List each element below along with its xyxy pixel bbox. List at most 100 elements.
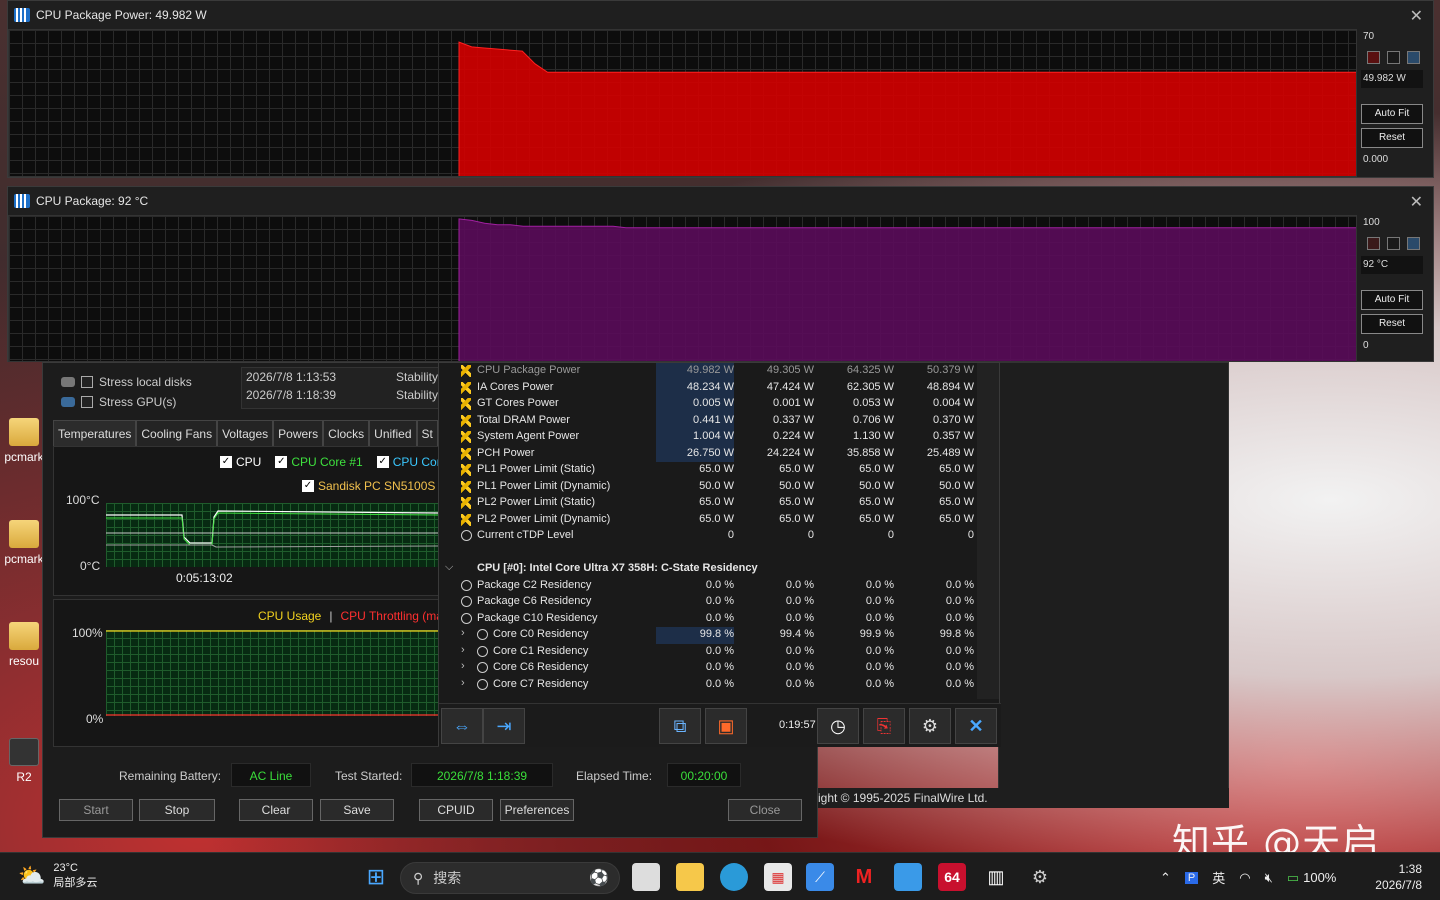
- sensor-row[interactable]: PL1 Power Limit (Dynamic) 50.0 W 50.0 W 50.…: [439, 479, 979, 496]
- battery-status[interactable]: ▭ 100%: [1287, 870, 1337, 886]
- preferences-button[interactable]: Preferences: [500, 799, 574, 821]
- windows-start-icon[interactable]: ⊞: [362, 863, 390, 891]
- tab-temperatures[interactable]: Temperatures: [53, 420, 137, 446]
- desktop-icon-r2[interactable]: R2: [0, 738, 48, 784]
- weather-widget[interactable]: ⛅ 23°C 局部多云: [18, 861, 97, 891]
- usage-axis-top: 100%: [72, 626, 103, 640]
- sensor-row[interactable]: PL2 Power Limit (Static) 65.0 W 65.0 W 65.0…: [439, 495, 979, 512]
- temp-graph-titlebar[interactable]: CPU Package: 92 °C ✕: [8, 187, 1433, 215]
- desktop-icon-pcmark-2[interactable]: pcmark: [0, 520, 48, 566]
- color-swatch-black[interactable]: [1387, 51, 1400, 64]
- clock[interactable]: 1:38 2026/7/8: [1370, 861, 1422, 893]
- chevron-right-icon[interactable]: ›: [461, 627, 465, 639]
- reset-button[interactable]: Reset: [1361, 128, 1423, 148]
- expand-arrows-icon[interactable]: ⇔: [441, 708, 483, 744]
- collapse-arrows-icon[interactable]: ⇥: [483, 708, 525, 744]
- sensor-scrollbar[interactable]: [977, 363, 999, 699]
- chevron-right-icon[interactable]: ›: [461, 644, 465, 656]
- close-icon[interactable]: ✕: [1410, 6, 1423, 26]
- sensor-group-header[interactable]: ⌵ CPU [#0]: Intel Core Ultra X7 358H: C-…: [439, 561, 979, 578]
- sensor-row[interactable]: CPU Package Power 49.982 W 49.305 W 64.325 …: [439, 363, 979, 380]
- tab-voltages[interactable]: Voltages: [217, 420, 274, 446]
- photos-app-icon[interactable]: [894, 863, 922, 891]
- chevron-down-icon[interactable]: ⌵: [445, 561, 453, 574]
- sensor-row[interactable]: Current cTDP Level 0 0 0 0: [439, 528, 979, 545]
- ssd-legend-checkbox[interactable]: ✓: [302, 480, 314, 492]
- save-button[interactable]: Save: [320, 799, 394, 821]
- stress-gpu-checkbox[interactable]: [81, 396, 93, 408]
- reset-log-icon[interactable]: ⎘: [863, 708, 905, 744]
- sensor-row[interactable]: PL1 Power Limit (Static) 65.0 W 65.0 W 65.0…: [439, 462, 979, 479]
- network-sensors-icon[interactable]: ⧉: [659, 708, 701, 744]
- ime-indicator[interactable]: 英: [1212, 868, 1225, 887]
- close-icon[interactable]: ✕: [1410, 192, 1423, 212]
- sensor-row[interactable]: GT Cores Power 0.005 W 0.001 W 0.053 W 0.004…: [439, 396, 979, 413]
- settings-icon[interactable]: ⚙: [1026, 863, 1054, 891]
- color-swatch-black[interactable]: [1387, 237, 1400, 250]
- color-swatch-red[interactable]: [1367, 237, 1380, 250]
- volume-muted-icon[interactable]: 🔇︎: [1265, 870, 1273, 886]
- settings-gear-icon[interactable]: ⚙: [909, 708, 951, 744]
- chevron-right-icon[interactable]: ›: [461, 677, 465, 689]
- temp-graph-min: 0: [1363, 340, 1369, 351]
- stop-button[interactable]: Stop: [139, 799, 215, 821]
- sensor-row[interactable]: System Agent Power 1.004 W 0.224 W 1.130 W 0…: [439, 429, 979, 446]
- chevron-right-icon[interactable]: ›: [461, 660, 465, 672]
- power-graph-titlebar[interactable]: CPU Package Power: 49.982 W ✕: [8, 1, 1433, 29]
- tab-cooling-fans[interactable]: Cooling Fans: [136, 420, 218, 446]
- tab-statistics[interactable]: St: [416, 420, 438, 446]
- sensor-row[interactable]: Package C10 Residency 0.0 % 0.0 % 0.0 % 0.0 …: [439, 611, 979, 628]
- sensor-row[interactable]: PL2 Power Limit (Dynamic) 65.0 W 65.0 W 65.…: [439, 512, 979, 529]
- cpuid-button[interactable]: CPUID: [419, 799, 493, 821]
- hwinfo-taskbar-icon[interactable]: ▥: [982, 863, 1010, 891]
- sensor-row[interactable]: › Core C1 Residency 0.0 % 0.0 % 0.0 % 0.0 %: [439, 644, 979, 661]
- desktop-icon-resou[interactable]: resou: [0, 622, 48, 668]
- reset-button[interactable]: Reset: [1361, 314, 1423, 334]
- color-swatch-red[interactable]: [1367, 51, 1380, 64]
- mcafee-icon[interactable]: M: [850, 863, 878, 891]
- sensor-row[interactable]: Package C2 Residency 0.0 % 0.0 % 0.0 % 0.0 %: [439, 578, 979, 595]
- file-explorer-icon[interactable]: [676, 863, 704, 891]
- cpu-usage-legend: CPU Usage: [258, 609, 322, 623]
- start-button[interactable]: Start: [59, 799, 133, 821]
- cpu-core2-legend-checkbox[interactable]: ✓: [376, 456, 389, 468]
- sensor-row[interactable]: IA Cores Power 48.234 W 47.424 W 62.305 W 48…: [439, 379, 979, 396]
- auto-fit-button[interactable]: Auto Fit: [1361, 104, 1423, 124]
- close-x-icon[interactable]: ✕: [955, 708, 997, 744]
- edge-browser-icon[interactable]: [720, 863, 748, 891]
- tab-clocks[interactable]: Clocks: [323, 420, 370, 446]
- cpu-core1-legend-checkbox[interactable]: ✓: [275, 456, 288, 468]
- sensor-row[interactable]: Package C6 Residency 0.0 % 0.0 % 0.0 % 0.0 %: [439, 594, 979, 611]
- tab-powers[interactable]: Powers: [273, 420, 324, 446]
- stress-disks-checkbox[interactable]: [81, 376, 93, 388]
- sensor-row[interactable]: › Core C7 Residency 0.0 % 0.0 % 0.0 % 0.0 %: [439, 677, 979, 694]
- task-view-icon[interactable]: [632, 863, 660, 891]
- tray-app-icon[interactable]: P: [1184, 871, 1199, 884]
- wifi-icon[interactable]: ◠: [1239, 870, 1250, 886]
- sensor-name: PL2 Power Limit (Static): [477, 496, 595, 508]
- clock-icon[interactable]: ◷: [817, 708, 859, 744]
- taskbar-search[interactable]: ⚲ 搜索 ⚽: [400, 862, 620, 894]
- color-swatch-blue[interactable]: [1407, 51, 1420, 64]
- stress-gpu-option[interactable]: Stress GPU(s): [61, 395, 176, 409]
- microsoft-store-icon[interactable]: ▦: [764, 863, 792, 891]
- chevron-up-icon[interactable]: ⌃: [1160, 870, 1171, 886]
- tab-unified[interactable]: Unified: [369, 420, 417, 446]
- sensor-row[interactable]: › Core C6 Residency 0.0 % 0.0 % 0.0 % 0.0 %: [439, 660, 979, 677]
- sensor-row[interactable]: PCH Power 26.750 W 24.224 W 35.858 W 25.489 …: [439, 445, 979, 462]
- auto-fit-button[interactable]: Auto Fit: [1361, 290, 1423, 310]
- sensor-name: GT Cores Power: [477, 397, 559, 409]
- color-swatch-blue[interactable]: [1407, 237, 1420, 250]
- app-a-icon[interactable]: ⟋: [806, 863, 834, 891]
- sensor-row[interactable]: › Core C0 Residency 99.8 % 99.4 % 99.9 % 99.8…: [439, 627, 979, 644]
- desktop-icon-pcmark-1[interactable]: pcmark: [0, 418, 48, 464]
- sensor-row[interactable]: Total DRAM Power 0.441 W 0.337 W 0.706 W 0.3…: [439, 412, 979, 429]
- stress-disks-option[interactable]: Stress local disks: [61, 375, 192, 389]
- cpu-legend-checkbox[interactable]: ✓: [220, 456, 232, 468]
- sensor-row[interactable]: [439, 545, 979, 562]
- close-button[interactable]: Close: [728, 799, 802, 821]
- sensor-value: 0: [887, 529, 894, 541]
- clear-button[interactable]: Clear: [239, 799, 313, 821]
- flame-log-icon[interactable]: ▣: [705, 708, 747, 744]
- aida64-icon[interactable]: 64: [938, 863, 966, 891]
